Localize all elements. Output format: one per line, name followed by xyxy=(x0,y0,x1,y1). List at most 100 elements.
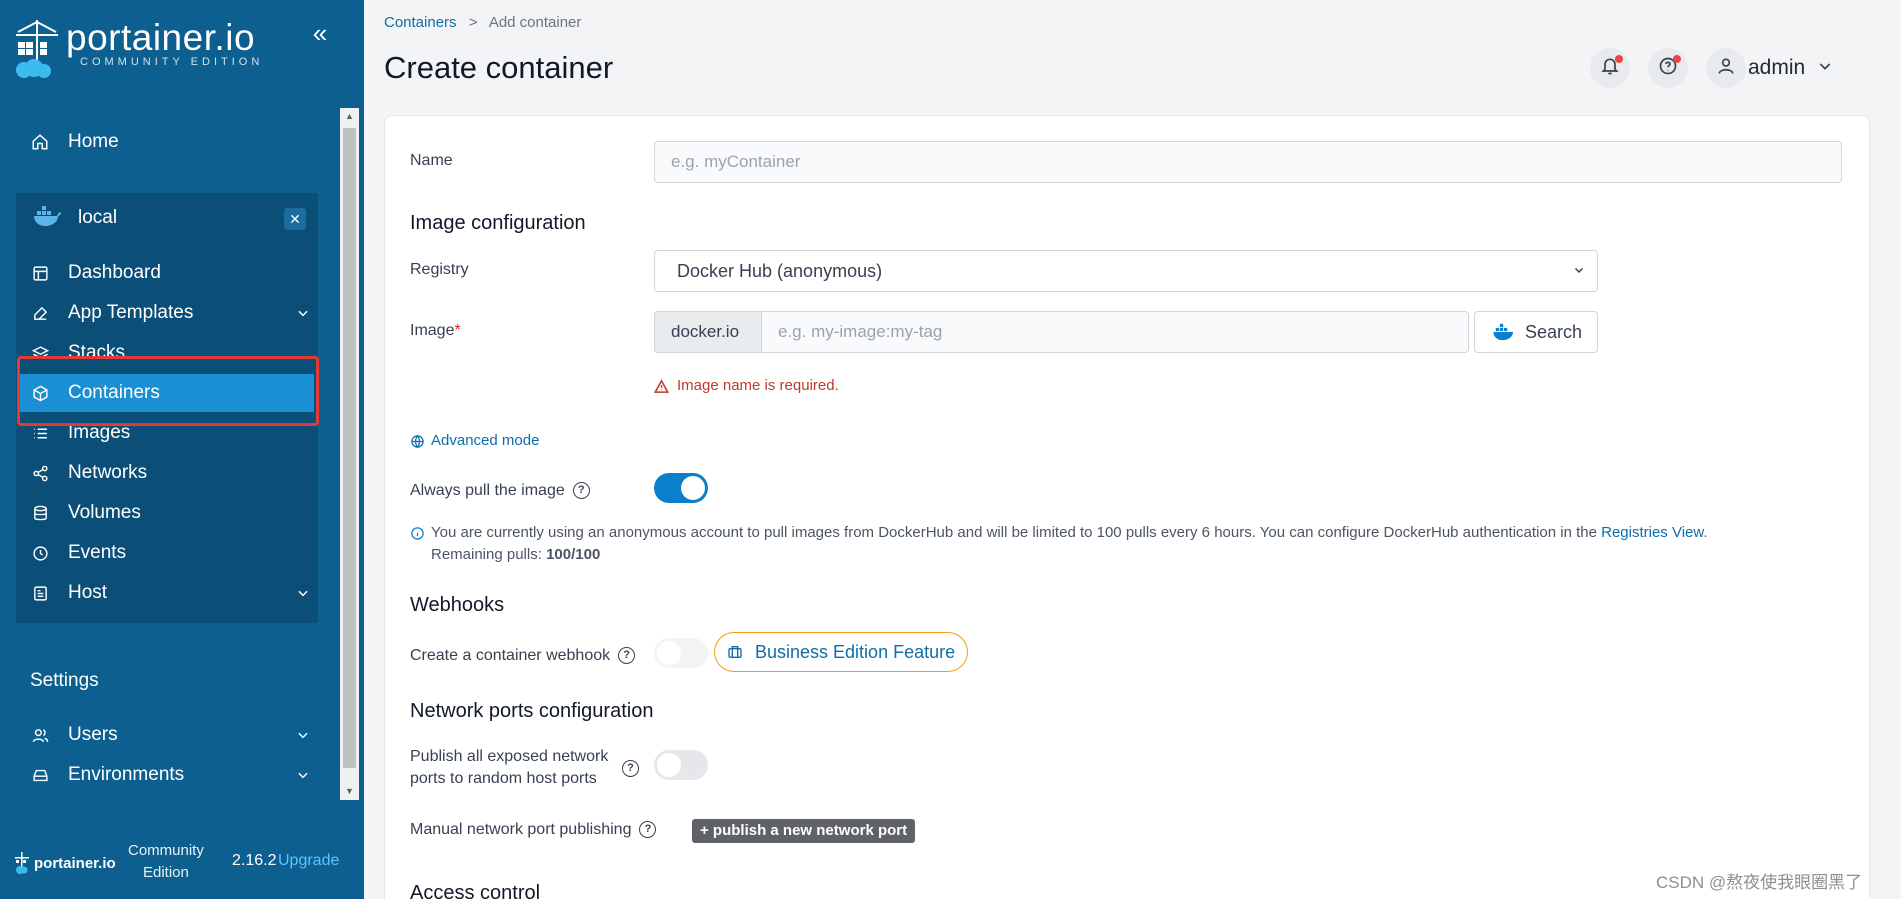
required-mark: * xyxy=(454,322,461,339)
search-button[interactable]: Search xyxy=(1474,311,1598,353)
notification-dot xyxy=(1673,55,1681,63)
sidebar-item-home[interactable]: Home xyxy=(30,127,310,157)
portainer-small-icon xyxy=(15,852,29,874)
footer-logo-text: portainer.io xyxy=(34,854,116,872)
info-icon xyxy=(410,526,425,548)
header-actions: admin xyxy=(1590,48,1833,88)
image-label-text: Image xyxy=(410,322,455,339)
name-input[interactable]: e.g. myContainer xyxy=(654,141,1842,183)
edition-line: Community xyxy=(128,842,204,859)
business-edition-badge[interactable]: Business Edition Feature xyxy=(714,632,969,672)
help-icon[interactable]: ? xyxy=(622,760,639,777)
share-icon xyxy=(30,463,50,483)
always-pull-text: Always pull the image xyxy=(410,482,565,499)
sidebar-item-label: Volumes xyxy=(68,502,141,523)
breadcrumb-current: Add container xyxy=(488,14,582,31)
sidebar-item-label: App Templates xyxy=(68,302,194,323)
notifications-button[interactable] xyxy=(1590,48,1630,88)
sidebar-item-users[interactable]: Users xyxy=(30,720,310,750)
sidebar: portainer.io COMMUNITY EDITION « Home lo… xyxy=(0,0,364,899)
warning-triangle-icon xyxy=(654,378,669,394)
remaining-pulls-value: 100/100 xyxy=(546,546,601,563)
webhooks-title: Webhooks xyxy=(410,594,505,616)
environment-header[interactable]: local xyxy=(16,193,318,243)
registry-label: Registry xyxy=(410,261,469,278)
chevron-down-icon[interactable] xyxy=(1817,58,1833,79)
webhook-label: Create a container webhook? xyxy=(410,647,636,665)
business-edition-label: Business Edition Feature xyxy=(755,641,956,662)
name-label: Name xyxy=(410,152,453,169)
upgrade-link[interactable]: Upgrade xyxy=(278,852,339,870)
manual-publish-label: Manual network port publishing? xyxy=(410,821,657,839)
sidebar-scrollbar[interactable]: ▲ ▼ xyxy=(340,108,359,800)
advanced-mode-link[interactable]: Advanced mode xyxy=(410,430,539,452)
sidebar-item-host[interactable]: Host xyxy=(30,578,310,608)
notification-dot xyxy=(1615,55,1623,63)
close-environment-icon[interactable]: ✕ xyxy=(284,208,306,230)
toggle-knob xyxy=(681,476,705,500)
chevron-down-icon xyxy=(1573,252,1585,292)
advanced-mode-label: Advanced mode xyxy=(431,432,540,449)
sidebar-item-label: Environments xyxy=(68,764,185,785)
list-icon xyxy=(30,423,50,443)
image-label: Image* xyxy=(410,322,461,340)
sidebar-item-label: Networks xyxy=(68,462,148,483)
breadcrumb-containers-link[interactable]: Containers xyxy=(384,14,457,31)
footer-edition: Community Edition xyxy=(128,840,204,884)
image-configuration-title: Image configuration xyxy=(410,212,586,234)
help-icon[interactable]: ? xyxy=(639,821,657,839)
user-name[interactable]: admin xyxy=(1748,56,1805,80)
page-title: Create container xyxy=(384,50,614,85)
scroll-up-icon[interactable]: ▲ xyxy=(340,108,359,125)
webhook-label-text: Create a container webhook xyxy=(410,647,611,664)
scrollbar-thumb[interactable] xyxy=(343,128,356,768)
registry-prefix: docker.io xyxy=(654,311,762,353)
sidebar-item-dashboard[interactable]: Dashboard xyxy=(30,258,310,288)
sidebar-item-app-templates[interactable]: App Templates xyxy=(30,298,310,328)
registry-selected-value: Docker Hub (anonymous) xyxy=(677,261,883,281)
collapse-sidebar-icon[interactable]: « xyxy=(306,20,334,48)
publish-all-toggle[interactable] xyxy=(654,750,708,780)
help-button[interactable] xyxy=(1648,48,1688,88)
publish-all-line: Publish all exposed network xyxy=(410,748,609,765)
sidebar-item-volumes[interactable]: Volumes xyxy=(30,498,310,528)
webhook-toggle[interactable] xyxy=(654,638,708,668)
sidebar-item-label: Host xyxy=(68,582,108,603)
footer-logo: portainer.io xyxy=(14,852,116,874)
settings-heading: Settings xyxy=(30,670,99,691)
briefcase-icon xyxy=(727,644,743,660)
registries-view-link[interactable]: Registries View. xyxy=(1601,524,1707,541)
always-pull-toggle[interactable] xyxy=(654,473,708,503)
help-icon[interactable]: ? xyxy=(618,647,636,665)
sidebar-item-networks[interactable]: Networks xyxy=(30,458,310,488)
clock-icon xyxy=(30,543,50,563)
database-icon xyxy=(30,503,50,523)
user-avatar[interactable] xyxy=(1706,48,1746,88)
chevron-down-icon[interactable] xyxy=(296,584,310,606)
logo-name: portainer.io xyxy=(66,17,256,58)
docker-whale-icon xyxy=(1491,323,1517,341)
portainer-logo[interactable]: portainer.io COMMUNITY EDITION xyxy=(12,18,263,78)
publish-all-label: Publish all exposed network ports to ran… xyxy=(410,746,608,790)
annotation-highlight xyxy=(17,356,319,426)
registry-select[interactable]: Docker Hub (anonymous) xyxy=(654,250,1598,292)
edition-line: Edition xyxy=(142,864,189,881)
sidebar-item-environments[interactable]: Environments xyxy=(30,760,310,790)
sidebar-item-label: Events xyxy=(68,542,127,563)
chevron-down-icon[interactable] xyxy=(296,766,310,788)
scroll-down-icon[interactable]: ▼ xyxy=(340,783,359,800)
edit-icon xyxy=(30,303,50,323)
info-text: You are currently using an anonymous acc… xyxy=(431,524,1597,541)
publish-new-port-button[interactable]: + publish a new network port xyxy=(692,819,916,843)
chevron-down-icon[interactable] xyxy=(296,304,310,326)
watermark: CSDN @熬夜使我眼圈黑了 xyxy=(1656,873,1863,892)
help-icon[interactable]: ? xyxy=(572,482,590,500)
image-error: Image name is required. xyxy=(654,375,839,397)
logo-subtitle: COMMUNITY EDITION xyxy=(80,56,264,68)
breadcrumb: Containers > Add container xyxy=(384,14,581,31)
image-input[interactable]: e.g. my-image:my-tag xyxy=(761,311,1469,353)
toggle-knob xyxy=(657,641,681,665)
sidebar-item-events[interactable]: Events xyxy=(30,538,310,568)
chevron-down-icon[interactable] xyxy=(296,726,310,748)
sidebar-footer: portainer.io Community Edition 2.16.2 Up… xyxy=(0,830,364,899)
